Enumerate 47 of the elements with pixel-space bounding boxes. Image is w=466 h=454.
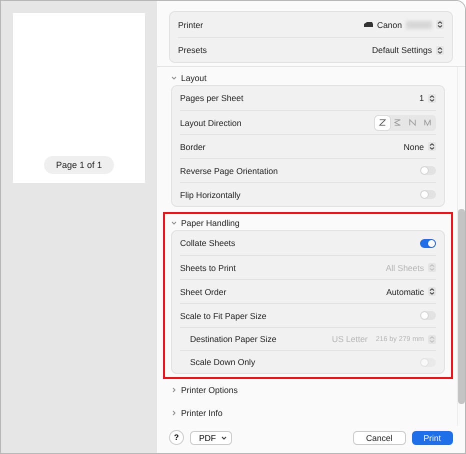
setting-label: Destination Paper Size bbox=[190, 334, 276, 344]
section-header[interactable]: Paper Handling bbox=[171, 215, 240, 230]
stepper-icon bbox=[428, 94, 436, 102]
setting-label: Flip Horizontally bbox=[180, 190, 240, 200]
chevron-icon bbox=[171, 410, 177, 416]
setting-label: Pages per Sheet bbox=[180, 93, 244, 103]
chevron-icon bbox=[171, 386, 177, 392]
popup-button[interactable]: Automatic bbox=[386, 286, 436, 296]
section-header[interactable]: Printer Options bbox=[171, 382, 238, 397]
toggle-switch[interactable] bbox=[420, 238, 436, 248]
setting-label: Scale Down Only bbox=[190, 357, 256, 367]
redaction-blur bbox=[406, 20, 432, 28]
stepper-icon bbox=[436, 46, 444, 54]
print-button[interactable]: Print bbox=[412, 430, 453, 444]
pdf-button[interactable]: PDF bbox=[190, 430, 232, 444]
toggle-switch[interactable] bbox=[420, 311, 436, 320]
popup-button[interactable]: Default Settings bbox=[372, 45, 444, 55]
scrollbar[interactable] bbox=[457, 67, 465, 426]
setting-label: Reverse Page Orientation bbox=[180, 166, 278, 176]
toggle-switch[interactable] bbox=[420, 166, 436, 175]
page-indicator: Page 1 of 1 bbox=[44, 156, 114, 174]
setting-label: Border bbox=[180, 142, 206, 152]
toggle-switch[interactable] bbox=[420, 190, 436, 199]
setting-label: Presets bbox=[178, 45, 207, 55]
setting-label: Scale to Fit Paper Size bbox=[180, 310, 266, 320]
chevron-icon bbox=[171, 74, 177, 80]
setting-label: Sheets to Print bbox=[180, 262, 236, 272]
section-header[interactable]: Printer Info bbox=[171, 405, 223, 420]
popup-button[interactable]: 1 bbox=[419, 93, 436, 103]
setting-label: Layout Direction bbox=[180, 118, 242, 128]
popup-button[interactable]: None bbox=[404, 142, 436, 152]
stepper-icon bbox=[436, 20, 444, 29]
help-button[interactable]: ? bbox=[169, 430, 184, 445]
printer-icon bbox=[364, 22, 373, 27]
popup-button[interactable]: Canon bbox=[364, 20, 444, 30]
section-header[interactable]: Layout bbox=[171, 70, 207, 85]
stepper-icon bbox=[428, 287, 436, 296]
setting-label: Collate Sheets bbox=[180, 238, 236, 248]
stepper-icon bbox=[428, 263, 436, 272]
setting-label: Sheet Order bbox=[180, 286, 226, 296]
stepper-icon bbox=[428, 334, 436, 344]
layout-direction-segment[interactable] bbox=[375, 116, 390, 130]
cancel-button[interactable]: Cancel bbox=[353, 430, 406, 444]
stepper-icon bbox=[428, 142, 436, 151]
caret-icon bbox=[221, 436, 227, 440]
chevron-icon bbox=[171, 220, 177, 226]
setting-label: Printer bbox=[178, 20, 204, 30]
